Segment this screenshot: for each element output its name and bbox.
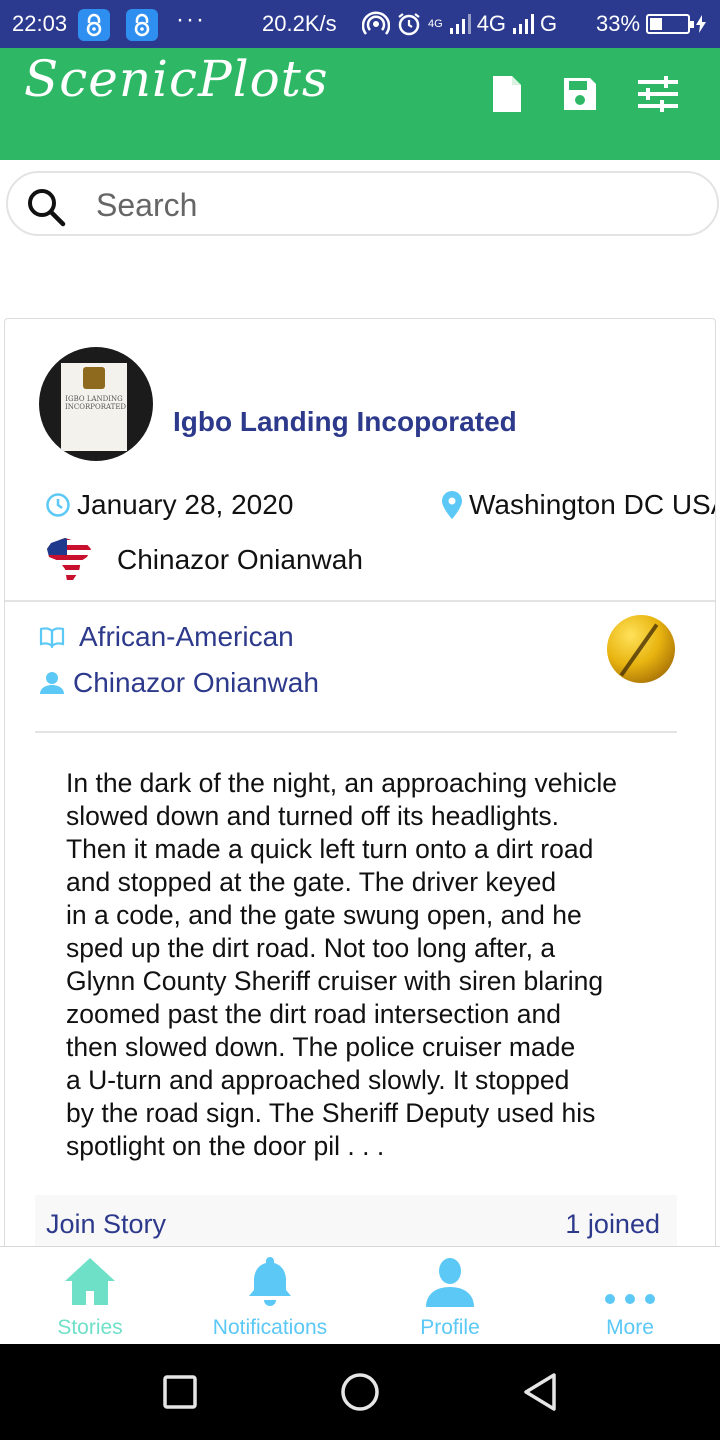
battery-icon (646, 14, 695, 34)
org-avatar[interactable]: IGBO LANDING INCORPORATED (39, 347, 153, 461)
tab-stories[interactable]: Stories (0, 1247, 180, 1345)
divider (35, 731, 677, 733)
alarm-icon (398, 13, 420, 36)
story-category[interactable]: African-American (39, 621, 294, 653)
tab-label: More (606, 1316, 654, 1339)
more-notifications-icon: ··· (176, 6, 206, 33)
tab-more[interactable]: More (540, 1247, 720, 1345)
battery: 33% (596, 11, 707, 37)
document-icon (493, 76, 521, 112)
network-type-small: 4G (428, 18, 443, 30)
byline-name[interactable]: Chinazor Onianwah (73, 667, 319, 699)
recents-square-icon[interactable] (160, 1372, 200, 1412)
location-pin-icon (442, 491, 462, 519)
story-location: Washington DC USA (441, 489, 716, 521)
save-button[interactable] (558, 72, 602, 116)
signal-icon-2 (513, 14, 535, 34)
app-logo: ScenicPlots (24, 50, 329, 108)
tab-label: Notifications (212, 1316, 328, 1339)
bottom-nav: Stories Notifications Profile More (0, 1246, 720, 1344)
new-document-button[interactable] (485, 72, 529, 116)
search-icon (28, 189, 66, 227)
org-logo: IGBO LANDING INCORPORATED (61, 363, 127, 451)
home-icon (65, 1258, 115, 1305)
charging-icon (696, 15, 707, 33)
hotspot-icon (362, 11, 390, 35)
sliders-icon (638, 76, 678, 112)
status-bar: 22:03 ··· 20.2K/s 4G 4G G 33% (0, 0, 720, 48)
book-icon (39, 627, 65, 648)
org-name[interactable]: Igbo Landing Incoporated (173, 406, 517, 438)
tab-profile[interactable]: Profile (360, 1247, 540, 1345)
signal-icon (449, 14, 471, 34)
more-dots-icon (605, 1294, 655, 1304)
date-text: January 28, 2020 (77, 489, 294, 520)
bell-icon (249, 1257, 291, 1306)
vpn-lock-icon (78, 9, 110, 41)
clock-icon (46, 493, 70, 517)
africa-flag-map-icon (47, 538, 91, 583)
person-icon (40, 672, 64, 694)
back-triangle-icon[interactable] (520, 1372, 560, 1412)
story-excerpt[interactable]: In the dark of the night, an approaching… (66, 767, 666, 1163)
status-icons: 4G 4G G (362, 11, 557, 37)
system-nav-bar (0, 1344, 720, 1440)
location-text: Washington DC USA (469, 489, 716, 520)
tab-notifications[interactable]: Notifications (180, 1247, 360, 1345)
category-label[interactable]: African-American (79, 621, 294, 653)
join-story-button[interactable]: Join Story (46, 1209, 166, 1240)
author-name: Chinazor Onianwah (117, 544, 363, 575)
clock: 22:03 (12, 11, 68, 36)
person-icon (426, 1258, 474, 1307)
net-speed: 20.2K/s (262, 11, 337, 36)
tab-label: Profile (420, 1316, 480, 1339)
network-type: 4G (476, 11, 507, 36)
story-date: January 28, 2020 (45, 489, 293, 521)
search-input[interactable] (96, 183, 676, 227)
battery-percent: 33% (596, 11, 641, 36)
network-type-g: G (540, 11, 558, 36)
search-bar[interactable] (6, 171, 719, 236)
save-icon (564, 78, 596, 110)
tab-label: Stories (57, 1316, 123, 1339)
app-header: ScenicPlots (0, 48, 720, 160)
vpn-lock-icon (126, 9, 158, 41)
filter-button[interactable] (636, 72, 680, 116)
story-author: Chinazor Onianwah (45, 535, 363, 585)
story-card[interactable]: IGBO LANDING INCORPORATED Igbo Landing I… (4, 318, 716, 1258)
story-byline[interactable]: Chinazor Onianwah (39, 667, 319, 699)
joined-count: 1 joined (565, 1209, 660, 1239)
gold-seal-icon (607, 615, 675, 683)
divider (5, 600, 715, 602)
home-circle-icon[interactable] (340, 1372, 380, 1412)
